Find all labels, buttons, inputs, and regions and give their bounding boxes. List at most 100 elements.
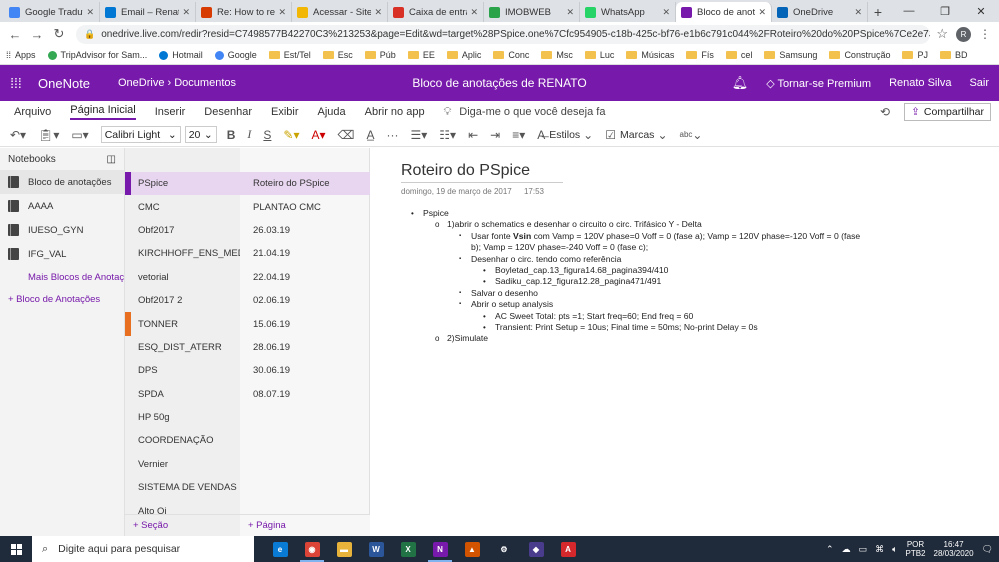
cloud-icon[interactable]: ☁ — [842, 544, 851, 555]
bookmark-item[interactable]: Construção — [829, 50, 890, 60]
bookmark-item[interactable]: Hotmail — [159, 50, 203, 60]
tab-arquivo[interactable]: Arquivo — [14, 106, 51, 118]
network-icon[interactable]: ⌘ — [875, 544, 884, 555]
tell-me-search[interactable]: 💡︎ Diga-me o que você deseja fa — [444, 106, 606, 119]
bookmark-item[interactable]: EE — [407, 50, 435, 60]
more-icon[interactable]: ··· — [387, 128, 399, 142]
share-button[interactable]: ⇪ Compartilhar — [904, 103, 991, 121]
section-item[interactable]: TONNER — [125, 312, 240, 336]
outline-line[interactable]: • Pspice — [411, 208, 971, 219]
tab-inserir[interactable]: Inserir — [155, 106, 186, 118]
browser-tab[interactable]: Google Tradutor✕ — [4, 2, 100, 22]
close-tab-icon[interactable]: ✕ — [566, 7, 574, 18]
signout-link[interactable]: Sair — [969, 77, 989, 89]
close-tab-icon[interactable]: ✕ — [662, 7, 670, 18]
section-item[interactable]: CMC — [125, 195, 240, 218]
spelling-button[interactable]: abc ⌄ — [680, 128, 703, 142]
bookmark-star-icon[interactable]: ☆ — [936, 26, 948, 42]
tab-ajuda[interactable]: Ajuda — [318, 106, 346, 118]
section-item[interactable]: DPS — [125, 359, 240, 382]
user-name[interactable]: Renato Silva — [889, 77, 951, 89]
font-color-icon[interactable]: A▾ — [311, 128, 325, 142]
close-window-icon[interactable]: ✕ — [963, 0, 999, 22]
taskbar-app-word[interactable]: W — [360, 536, 392, 562]
taskbar-app-settings[interactable]: ⚙ — [488, 536, 520, 562]
clock[interactable]: 16:47 28/03/2020 — [934, 540, 974, 558]
bookmark-item[interactable]: Músicas — [626, 50, 674, 60]
section-item[interactable]: Obf2017 — [125, 219, 240, 242]
taskbar-app-app[interactable]: ◆ — [520, 536, 552, 562]
url-input[interactable]: 🔒 onedrive.live.com/redir?resid=C7498577… — [76, 24, 931, 44]
maximize-icon[interactable]: ❐ — [927, 0, 963, 22]
add-section-button[interactable]: + Seção — [125, 514, 240, 536]
tab-exibir[interactable]: Exibir — [271, 106, 299, 118]
volume-icon[interactable]: 🔈︎ — [892, 544, 897, 555]
bookmark-item[interactable]: Luc — [584, 50, 614, 60]
bookmark-item[interactable]: Msc — [541, 50, 573, 60]
minimize-icon[interactable]: — — [891, 0, 927, 22]
bold-button[interactable]: B — [227, 128, 236, 142]
taskbar-app-acrobat[interactable]: A — [552, 536, 584, 562]
section-item[interactable]: COORDENAÇÃO — [125, 429, 240, 452]
browser-tab[interactable]: Bloco de anotaç✕ — [676, 2, 772, 22]
format-painter-icon[interactable]: ▭▾ — [71, 128, 88, 142]
add-notebook-button[interactable]: + Bloco de Anotações — [0, 288, 124, 310]
notebook-item[interactable]: AAAA — [0, 194, 124, 218]
outline-line[interactable]: o 1)abrir o schematics e desenhar o circu… — [411, 219, 971, 230]
page-item[interactable]: 08.07.19 — [240, 383, 370, 406]
highlight-icon[interactable]: ✎▾ — [283, 128, 299, 142]
outline-line[interactable]: ▪ Usar fonte Vsin com Vamp = 120V phase=0… — [411, 231, 971, 242]
bookmark-item[interactable]: Google — [214, 50, 257, 60]
browser-tab[interactable]: OneDrive ✕ — [772, 2, 868, 22]
outline-line[interactable]: b); Vamp = 120V phase=-240 Voff = 0 (fas… — [411, 242, 971, 253]
outline-line[interactable]: ▪ Abrir o setup analysis — [411, 299, 971, 310]
taskbar-app-explorer[interactable]: ▬ — [328, 536, 360, 562]
taskbar-search[interactable]: ⌕ Digite aqui para pesquisar — [32, 536, 254, 562]
notifications-icon[interactable]: 🗨︎ — [982, 544, 993, 555]
bookmark-item[interactable]: BD — [939, 50, 968, 60]
styles-button[interactable]: A̶ Estilos ⌄ — [537, 128, 593, 142]
outline-line[interactable]: • Transient: Print Setup = 10us; Final ti… — [411, 322, 971, 333]
more-notebooks-link[interactable]: Mais Blocos de Anotaç — [0, 266, 124, 288]
close-tab-icon[interactable]: ✕ — [86, 7, 94, 18]
paste-icon[interactable]: 📋︎▾ — [38, 128, 59, 142]
underline-button[interactable]: S — [263, 128, 271, 142]
battery-icon[interactable]: ▭ — [859, 544, 868, 555]
add-page-button[interactable]: + Página — [240, 514, 370, 536]
section-item[interactable]: Vernier — [125, 453, 240, 476]
page-canvas[interactable]: Roteiro do PSpice domingo, 19 de março d… — [371, 148, 999, 536]
clear-format-icon[interactable]: ⌫ — [338, 128, 355, 142]
outline-line[interactable]: • Sadiku_cap.12_figura12.28_pagina471/491 — [411, 276, 971, 287]
italic-button[interactable]: I — [247, 127, 251, 142]
bookmark-item[interactable]: Aplic — [446, 50, 481, 60]
tab-desenhar[interactable]: Desenhar — [204, 106, 252, 118]
sync-icon[interactable]: ⟲ — [880, 105, 890, 119]
notebook-item[interactable]: IUESO_GYN — [0, 218, 124, 242]
outline-line[interactable]: o 2)Simulate — [411, 333, 971, 344]
section-item[interactable]: vetorial — [125, 266, 240, 289]
open-in-app-button[interactable]: Abrir no app — [365, 106, 425, 118]
language-indicator[interactable]: POR PTB2 — [906, 540, 926, 558]
taskbar-app-excel[interactable]: X — [392, 536, 424, 562]
bookmark-item[interactable]: ⁞⁞ Apps — [6, 50, 36, 60]
close-tab-icon[interactable]: ✕ — [470, 7, 478, 18]
new-tab-button[interactable]: + — [868, 2, 888, 22]
browser-tab[interactable]: Acessar - Site c✕ — [292, 2, 388, 22]
page-item[interactable]: 28.06.19 — [240, 336, 370, 359]
app-launcher-icon[interactable]: ⁞⁞⁞ — [0, 75, 32, 91]
start-button[interactable] — [0, 543, 32, 555]
numbering-icon[interactable]: ☷▾ — [439, 128, 456, 142]
bullets-icon[interactable]: ☰▾ — [411, 128, 428, 142]
browser-tab[interactable]: IMOBWEB ✕ — [484, 2, 580, 22]
font-family-select[interactable]: Calibri Light ⌄ — [100, 126, 181, 143]
bookmark-item[interactable]: Fís — [686, 50, 714, 60]
taskbar-app-onenote[interactable]: N — [424, 536, 456, 562]
outline-line[interactable]: • AC Sweet Total: pts =1; Start freq=60;… — [411, 311, 971, 322]
bookmark-item[interactable]: PJ — [902, 50, 928, 60]
premium-link[interactable]: ◇ Tornar-se Premium — [766, 77, 871, 90]
align-icon[interactable]: ≡▾ — [512, 128, 525, 142]
section-item[interactable]: SISTEMA DE VENDAS — [125, 476, 240, 499]
undo-icon[interactable]: ↶▾ — [10, 128, 26, 142]
section-item[interactable]: PSpice — [125, 172, 240, 196]
font-size-select[interactable]: 20 ⌄ — [184, 126, 217, 143]
